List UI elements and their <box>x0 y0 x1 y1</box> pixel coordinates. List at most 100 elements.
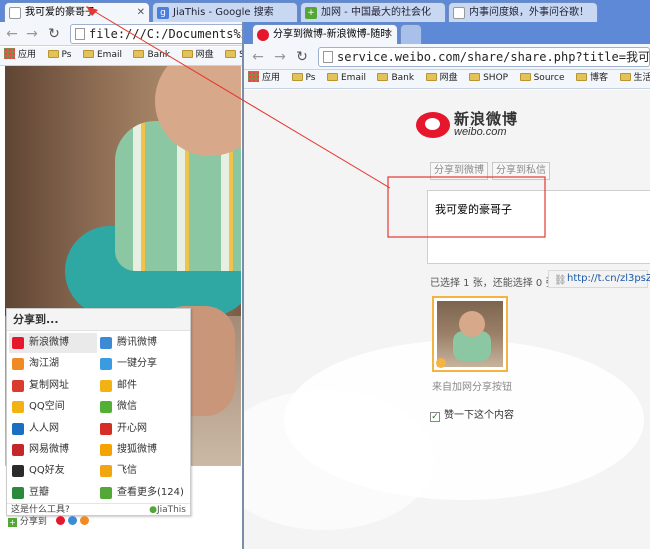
checkbox-checked-icon[interactable]: ✓ <box>430 412 440 422</box>
bookmark-shop[interactable]: SHOP <box>469 70 508 87</box>
more-icon <box>100 486 112 499</box>
new-tab-button[interactable] <box>400 24 422 44</box>
weibo-logo-en: weibo.com <box>454 126 507 138</box>
jiathis-brand[interactable]: ●JiaThis <box>149 504 186 516</box>
bookmark-ps[interactable]: Ps <box>47 47 71 64</box>
one-click-share-icon <box>100 358 112 371</box>
bookmark-life[interactable]: 生活 <box>619 70 650 87</box>
taojianghu-icon[interactable] <box>79 516 89 525</box>
folder-icon <box>47 50 59 58</box>
share-item-label: 搜狐微博 <box>117 444 157 455</box>
folder-icon <box>469 73 481 81</box>
share-popup-footer: 这是什么工具? ●JiaThis <box>7 503 190 515</box>
bookmark-apps[interactable]: 应用 <box>262 70 280 87</box>
back-arrow-icon[interactable]: ← <box>250 48 266 66</box>
forward-arrow-icon[interactable]: → <box>24 25 40 43</box>
selected-picture-thumbnail[interactable] <box>432 296 508 372</box>
share-item[interactable]: 人人网 <box>9 419 97 439</box>
weibo-text-input[interactable]: 我可爱的豪哥子 <box>427 190 650 264</box>
bookmark-apps[interactable]: 应用 <box>18 47 36 64</box>
bookmark-source[interactable]: Source <box>519 70 565 87</box>
share-item[interactable]: QQ空间 <box>9 397 97 417</box>
share-item[interactable]: 豆瓣 <box>9 483 97 503</box>
share-item-label: 一键分享 <box>117 358 157 370</box>
share-item-label: 豆瓣 <box>29 486 49 498</box>
short-url-chip[interactable]: ⛓ http://t.cn/zl3psZU <box>548 270 650 288</box>
back-tab-google[interactable]: g JiaThis - Google 搜索 <box>152 2 298 22</box>
bookmark-email[interactable]: Email <box>82 47 122 64</box>
bookmark-bank[interactable]: Bank <box>133 47 170 64</box>
tab-share-to-weibo[interactable]: 分享到微博 <box>430 162 488 180</box>
share-item[interactable]: 飞信 <box>97 461 185 481</box>
tencent-weibo-icon[interactable] <box>67 516 77 525</box>
share-bar-label: 分享到 <box>19 517 47 527</box>
folder-icon <box>326 73 338 81</box>
weibo-icon <box>12 337 24 349</box>
share-source: 来自加网分享按钮 <box>432 382 512 393</box>
what-is-this-link[interactable]: 这是什么工具? <box>11 505 70 515</box>
agree-label: 赞一下这个内容 <box>444 410 514 421</box>
share-item[interactable]: 搜狐微博 <box>97 440 185 460</box>
close-icon[interactable]: ✕ <box>385 25 393 45</box>
share-popup-title: 分享到... <box>7 309 190 331</box>
tab-label: 加网 - 中国最大的社会化 <box>321 7 431 18</box>
wechat-icon <box>100 401 112 414</box>
bookmark-netdisk[interactable]: 网盘 <box>425 70 458 87</box>
share-item[interactable]: QQ好友 <box>9 461 97 481</box>
weibo-icon[interactable] <box>55 516 65 525</box>
share-item-label: 人人网 <box>29 422 59 434</box>
share-item[interactable]: 腾讯微博 <box>97 333 185 353</box>
share-item-label: 淘江湖 <box>29 358 59 370</box>
bookmark-ps[interactable]: Ps <box>291 70 315 87</box>
agree-checkbox-row[interactable]: ✓ 赞一下这个内容 <box>430 406 514 422</box>
share-item-label: 查看更多(124) <box>117 486 184 498</box>
sohu-weibo-icon <box>100 444 112 456</box>
folder-icon <box>181 50 193 58</box>
page-icon <box>323 51 333 63</box>
bookmark-bank[interactable]: Bank <box>377 70 414 87</box>
tab-label: 内事问度娘，外事问谷歌！ <box>469 7 589 18</box>
share-item-label: 开心网 <box>117 422 147 434</box>
front-tab-strip: 分享到微博-新浪微博-随时 ✕ <box>244 22 650 45</box>
share-item-label: 邮件 <box>117 379 137 391</box>
share-item[interactable]: 开心网 <box>97 419 185 439</box>
front-tab-active[interactable]: 分享到微博-新浪微博-随时 ✕ <box>252 24 398 45</box>
weibo-share-page: 新浪微博 weibo.com 分享到微博 分享到私信 我可爱的豪哥子 已选择 1… <box>244 90 650 549</box>
share-item[interactable]: 邮件 <box>97 376 185 396</box>
back-address-bar[interactable]: file:///C:/Documents%20and <box>70 24 250 44</box>
share-item-label: QQ好友 <box>29 465 65 477</box>
share-item[interactable]: 微信 <box>97 397 185 417</box>
weibo-eye-icon <box>416 112 450 138</box>
bookmark-blog[interactable]: 博客 <box>576 70 608 87</box>
bookmark-netdisk[interactable]: 网盘 <box>181 47 214 64</box>
front-bookmarks-bar: 应用 Ps Email Bank 网盘 SHOP Source 博客 生活 <box>244 70 650 89</box>
back-arrow-icon[interactable]: ← <box>4 25 20 43</box>
reload-icon[interactable]: ↻ <box>294 48 310 66</box>
share-item[interactable]: 复制网址 <box>9 376 97 396</box>
close-icon[interactable]: ✕ <box>137 3 145 23</box>
share-item[interactable]: 查看更多(124) <box>97 483 185 503</box>
share-bar[interactable]: + 分享到 <box>8 516 89 528</box>
mail-icon <box>100 379 112 392</box>
back-tab-jiathis[interactable]: + 加网 - 中国最大的社会化 <box>300 2 446 22</box>
share-item[interactable]: 一键分享 <box>97 354 185 374</box>
share-item-label: 飞信 <box>117 465 137 477</box>
bookmark-email[interactable]: Email <box>326 70 366 87</box>
kaixin-icon <box>100 422 112 435</box>
page-icon <box>453 7 465 19</box>
forward-arrow-icon[interactable]: → <box>272 48 288 66</box>
reload-icon[interactable]: ↻ <box>46 25 62 43</box>
back-tab-baidu[interactable]: 内事问度娘，外事问谷歌！ <box>448 2 598 22</box>
share-item-label: QQ空间 <box>29 401 65 413</box>
share-item[interactable]: 网易微博 <box>9 440 97 460</box>
share-item[interactable]: 新浪微博 <box>9 333 97 353</box>
share-item[interactable]: 淘江湖 <box>9 354 97 374</box>
tab-share-private[interactable]: 分享到私信 <box>492 162 550 180</box>
front-address-bar[interactable]: service.weibo.com/share/share.php?title=… <box>318 47 650 67</box>
share-item-label: 网易微博 <box>29 444 69 455</box>
weibo-logo[interactable]: 新浪微博 weibo.com <box>416 108 526 142</box>
tab-label: JiaThis - Google 搜索 <box>173 7 274 18</box>
renren-icon <box>12 422 24 435</box>
apps-icon <box>4 48 15 59</box>
back-tab-active[interactable]: 我可爱的豪哥子 ✕ <box>4 2 150 23</box>
